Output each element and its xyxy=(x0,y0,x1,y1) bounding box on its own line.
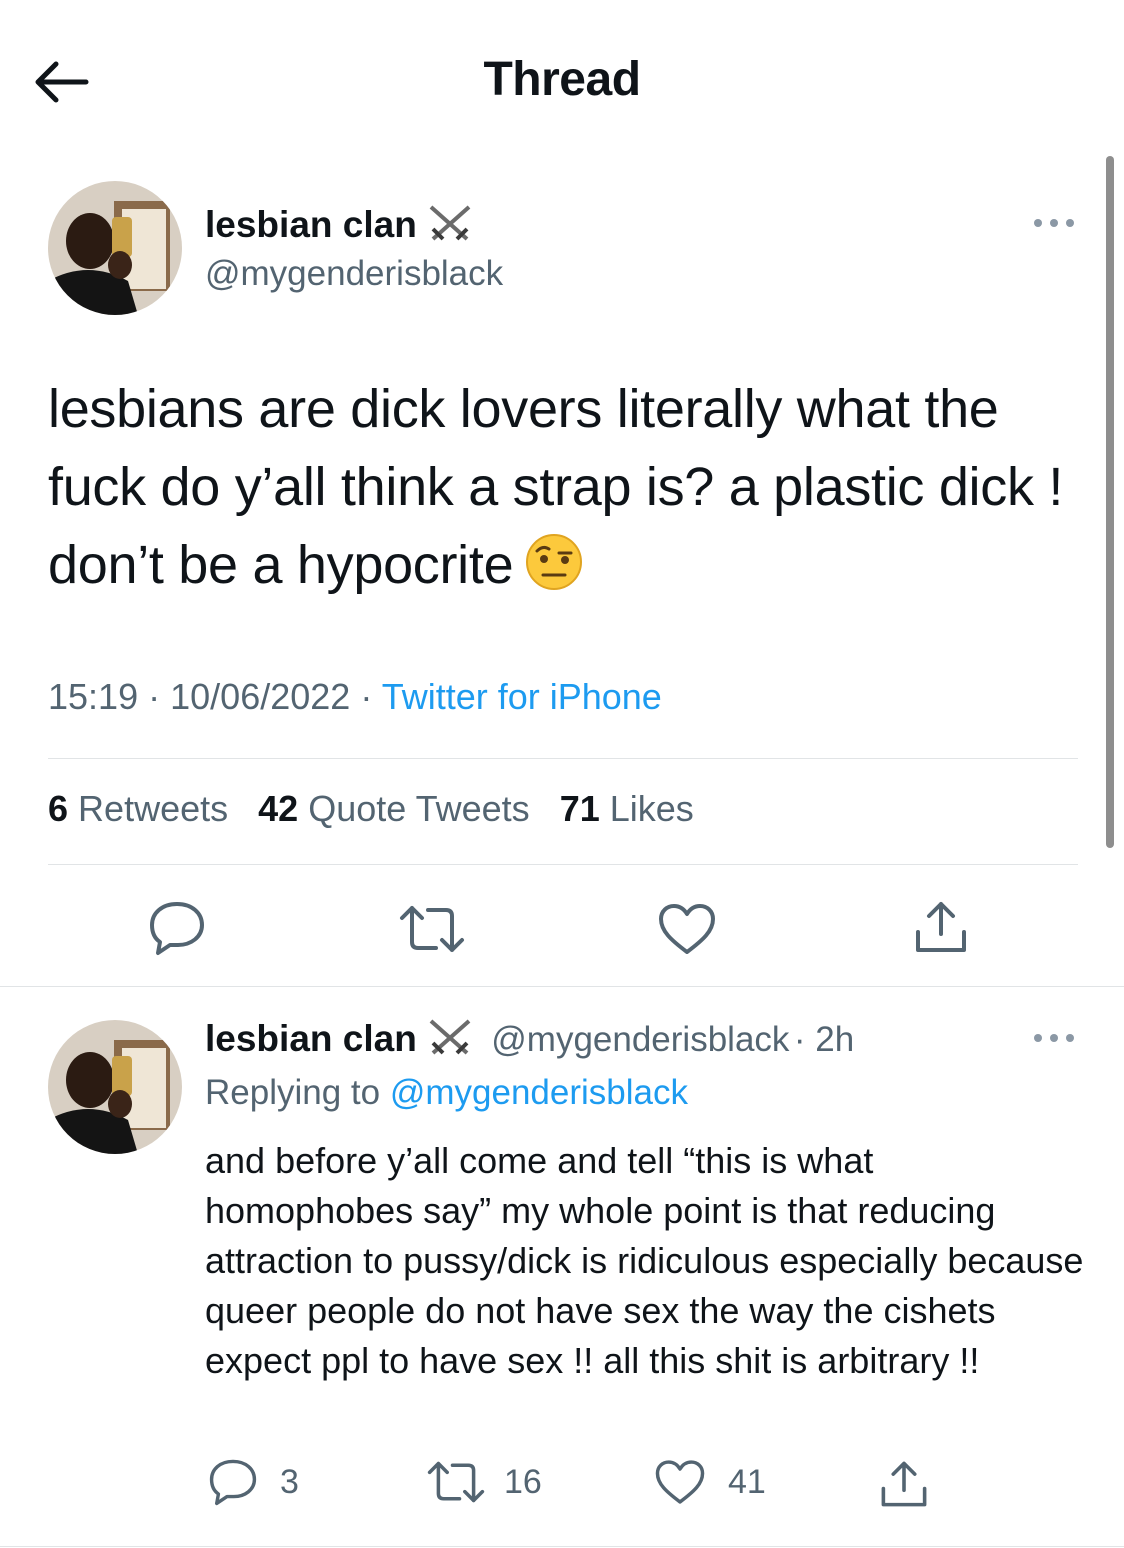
like-heart-icon[interactable] xyxy=(654,1458,706,1506)
retweet-icon[interactable] xyxy=(426,1460,486,1504)
reply-action-like[interactable]: 41 xyxy=(654,1458,766,1506)
quotes-count: 42 xyxy=(258,788,299,829)
separator-dot: · xyxy=(360,676,373,717)
reply-icon[interactable] xyxy=(148,900,206,956)
retweet-count: 16 xyxy=(504,1462,542,1501)
retweets-label: Retweets xyxy=(78,788,229,829)
reply-time: · 2h xyxy=(793,1020,855,1059)
divider xyxy=(48,864,1078,865)
likes-count: 71 xyxy=(559,788,600,829)
quote-tweets-stat[interactable]: 42 Quote Tweets xyxy=(258,788,530,829)
avatar[interactable] xyxy=(48,1020,182,1154)
face-with-raised-eyebrow-icon xyxy=(526,534,583,590)
share-icon[interactable] xyxy=(878,1458,930,1510)
author-name-text: lesbian clan xyxy=(205,204,417,245)
tweet-meta: 15:19 · 10/06/2022 · Twitter for iPhone xyxy=(48,676,662,718)
retweets-count: 6 xyxy=(48,788,69,829)
divider xyxy=(0,986,1124,987)
likes-stat[interactable]: 71 Likes xyxy=(560,788,694,829)
author-handle[interactable]: @mygenderisblack xyxy=(205,254,503,294)
reply-action-retweet[interactable]: 16 xyxy=(426,1460,542,1504)
crossed-swords-icon xyxy=(429,1019,471,1055)
share-icon[interactable] xyxy=(912,898,970,956)
reply-text: and before y’all come and tell “this is … xyxy=(205,1140,1084,1381)
retweet-icon[interactable] xyxy=(398,904,466,954)
crossed-swords-icon xyxy=(429,205,471,241)
author-name[interactable]: lesbian clan xyxy=(205,203,473,246)
likes-label: Likes xyxy=(609,788,694,829)
like-heart-icon[interactable] xyxy=(657,902,717,956)
scrollbar[interactable] xyxy=(1106,156,1114,848)
reply-icon[interactable] xyxy=(208,1458,258,1506)
reply-count: 3 xyxy=(280,1462,299,1501)
more-options-icon[interactable] xyxy=(1030,216,1078,230)
replying-to-handle-link[interactable]: @mygenderisblack xyxy=(390,1073,688,1112)
retweets-stat[interactable]: 6 Retweets xyxy=(48,788,228,829)
replying-to-label: Replying to xyxy=(205,1073,381,1112)
replying-to: Replying to @mygenderisblack xyxy=(205,1073,688,1113)
tweet-source-link[interactable]: Twitter for iPhone xyxy=(382,676,662,717)
tweet-text: lesbians are dick lovers literally what … xyxy=(48,370,1088,604)
reply-action-reply[interactable]: 3 xyxy=(208,1458,299,1506)
reply-header: lesbian clan @mygenderisblack · 2h xyxy=(205,1017,854,1060)
page-title: Thread xyxy=(483,53,641,106)
divider xyxy=(0,1546,1124,1547)
quotes-label: Quote Tweets xyxy=(308,788,530,829)
tweet-stats: 6 Retweets 42 Quote Tweets 71 Likes xyxy=(48,788,694,830)
tweet-time: 15:19 xyxy=(48,676,139,717)
author-handle[interactable]: @mygenderisblack xyxy=(491,1020,789,1059)
avatar[interactable] xyxy=(48,181,182,315)
author-name[interactable]: lesbian clan xyxy=(205,1018,417,1059)
separator-dot: · xyxy=(148,676,161,717)
like-count: 41 xyxy=(728,1462,766,1501)
tweet-date: 10/06/2022 xyxy=(170,676,351,717)
divider xyxy=(48,758,1078,759)
more-options-icon[interactable] xyxy=(1030,1031,1078,1045)
